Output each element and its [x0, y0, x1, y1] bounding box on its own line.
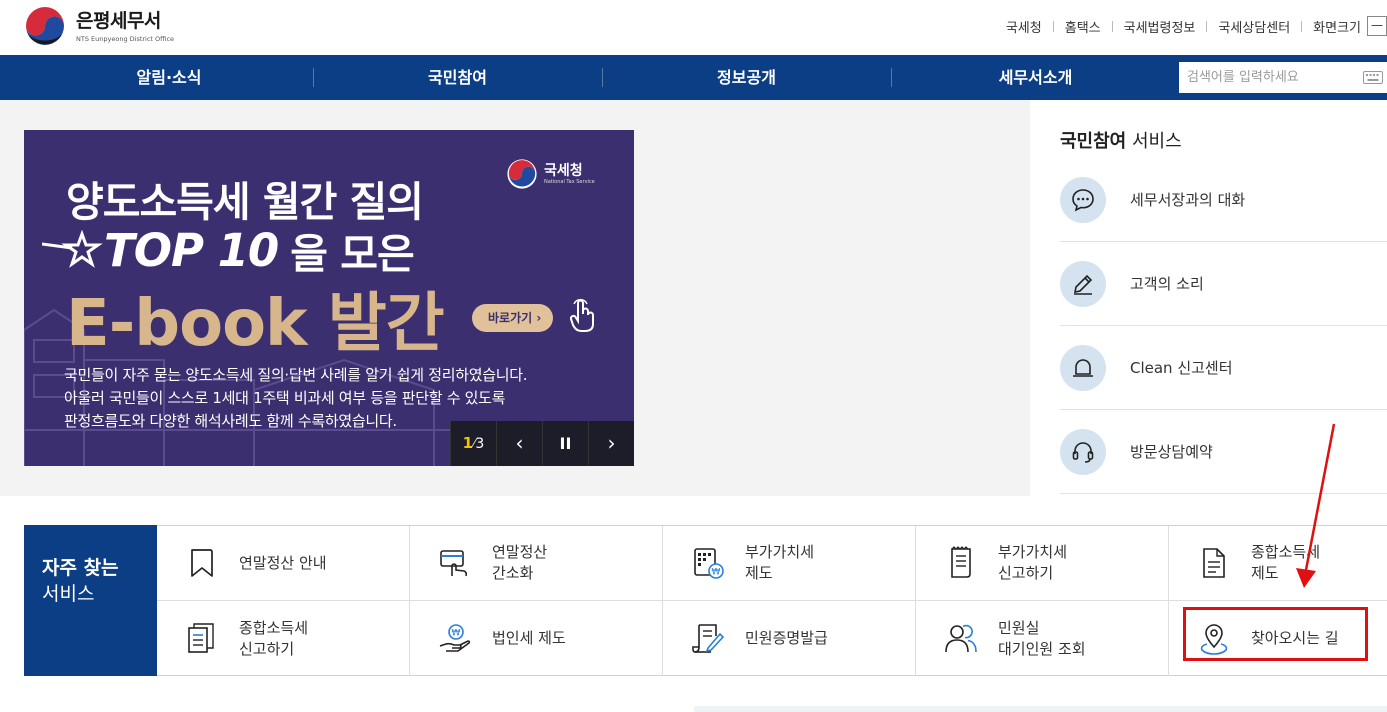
service-item-label: 세무서장과의 대화 [1130, 191, 1246, 209]
card-hand-icon [440, 550, 468, 577]
banner-page-total: 3 [475, 436, 485, 452]
red-arrow-annotation [1296, 423, 1336, 588]
banner-prev-button[interactable]: ‹ [496, 421, 542, 466]
util-link-tax-law[interactable]: 국세법령정보 [1124, 17, 1196, 36]
nav-item-office-intro[interactable]: 세무서소개 [891, 55, 1180, 100]
service-item-label: 고객의 소리 [1130, 275, 1204, 293]
banner-page-current: 1 [462, 434, 474, 452]
freq-item-label: 부가가치세 신고하기 [998, 543, 1068, 582]
divider [1301, 20, 1303, 32]
frequent-services-heading: 자주 찾는 서비스 [24, 525, 157, 676]
site-header: 은평세무서 NTS Eunpyeong District Office 국세청 … [0, 0, 1387, 55]
highlight-box [1183, 607, 1368, 661]
freq-item-vat-system[interactable]: ₩ 부가가치세 제도 [663, 526, 916, 601]
util-label-screen-size: 화면크기 [1313, 20, 1361, 36]
service-item-customer-voice[interactable]: 고객의 소리 [1060, 242, 1387, 326]
service-item-director-talk[interactable]: 세무서장과의 대화 [1060, 158, 1387, 242]
service-title-bold: 국민참여 [1060, 131, 1127, 152]
freq-item-waiting-count[interactable]: 민원실 대기인원 조회 [916, 601, 1169, 676]
freq-item-label: 연말정산 안내 [239, 553, 327, 572]
keyboard-icon[interactable] [1363, 71, 1383, 84]
util-link-nts[interactable]: 국세청 [1006, 17, 1042, 36]
freq-item-label: 부가가치세 제도 [745, 543, 815, 582]
banner-pause-button[interactable]: II [542, 421, 588, 466]
banner-next-button[interactable]: › [588, 421, 634, 466]
utility-links: 국세청 홈택스 국세법령정보 국세상담센터 화면크기 — [1006, 16, 1387, 36]
service-item-clean-report[interactable]: Clean 신고센터 [1060, 326, 1387, 410]
banner-headline-3: E-book 발간 [66, 287, 445, 361]
service-panel-title: 국민참여 서비스 [1060, 127, 1182, 153]
freq-item-label: 민원실 대기인원 조회 [998, 618, 1086, 658]
service-icon-wrap [1060, 176, 1106, 223]
banner-headline-1: 양도소득세 월간 질의 [66, 178, 424, 226]
people-icon [945, 624, 977, 652]
banner-desc-line: 아울러 국민들이 스스로 1세대 1주택 비과세 여부 등을 판단할 수 있도록 [64, 389, 506, 407]
svg-text:₩: ₩ [712, 568, 721, 578]
nts-emblem-icon [24, 6, 66, 48]
pointer-hand-icon [569, 298, 594, 332]
service-item-label: 방문상담예약 [1130, 443, 1213, 461]
freq-item-label: 법인세 제도 [492, 629, 566, 647]
banner-page-indicator: 1⁄3 [450, 421, 496, 466]
nts-emblem-icon [507, 159, 537, 189]
service-item-label: Clean 신고센터 [1130, 359, 1233, 377]
divider [1111, 20, 1113, 32]
nav-item-disclosure[interactable]: 정보공개 [602, 55, 891, 100]
search-input[interactable] [1179, 62, 1349, 93]
receipt-icon [951, 546, 971, 578]
content-strip [694, 706, 1387, 712]
util-link-counsel-center[interactable]: 국세상담센터 [1218, 17, 1290, 36]
star-swoosh-icon [42, 230, 103, 268]
freq-item-year-end-simplified[interactable]: 연말정산 간소화 [410, 526, 663, 601]
site-logo[interactable]: 은평세무서 NTS Eunpyeong District Office [22, 4, 174, 50]
chat-icon [1072, 188, 1094, 211]
zoom-out-button[interactable]: — [1367, 16, 1387, 36]
bookmark-icon [191, 549, 213, 577]
service-title-rest: 서비스 [1126, 131, 1182, 152]
freq-item-year-end-guide[interactable]: 연말정산 안내 [157, 526, 410, 601]
document-icon [1203, 548, 1225, 578]
freq-item-income-tax-filing[interactable]: 종합소득세 신고하기 [157, 601, 410, 676]
bell-icon [1073, 358, 1093, 377]
util-link-hometax[interactable]: 홈택스 [1065, 17, 1101, 36]
frequent-heading-line2: 서비스 [42, 583, 95, 605]
freq-item-income-tax-system[interactable]: 종합소득세 제도 [1169, 526, 1387, 601]
banner-go-button[interactable]: 바로가기 › [472, 304, 554, 332]
promo-banner[interactable]: 국세청 National Tax Service 양도소득세 월간 질의 TOP… [24, 130, 634, 466]
service-icon-wrap [1060, 260, 1106, 307]
nav-item-notice[interactable]: 알림·소식 [24, 55, 314, 100]
documents-icon [188, 622, 214, 653]
frequent-heading-line1: 자주 찾는 [42, 557, 119, 579]
divider [1206, 20, 1208, 32]
headset-icon [1072, 441, 1094, 463]
coin-hand-icon: ₩ [439, 623, 471, 652]
banner-top10-text: TOP 10 [104, 223, 279, 277]
divider [1052, 20, 1054, 32]
banner-headline-2: TOP 10 을 모은 [42, 220, 415, 280]
freq-item-corporate-tax[interactable]: ₩ 법인세 제도 [410, 601, 663, 676]
freq-item-label: 연말정산 간소화 [492, 543, 548, 582]
certificate-icon [692, 623, 725, 653]
banner-desc-line: 국민들이 자주 묻는 양도소득세 질의·답변 사례를 알기 쉽게 정리하였습니다… [64, 366, 528, 384]
freq-item-certificate-issue[interactable]: 민원증명발급 [663, 601, 916, 676]
calculator-won-icon: ₩ [694, 548, 724, 579]
search-box [1179, 62, 1387, 93]
svg-text:₩: ₩ [452, 628, 461, 638]
banner-controls: 1⁄3 ‹ II › [450, 421, 634, 466]
banner-logo-english: National Tax Service [544, 178, 595, 185]
freq-item-label: 민원증명발급 [745, 629, 828, 647]
banner-logo-korean: 국세청 [544, 162, 583, 179]
freq-item-vat-filing[interactable]: 부가가치세 신고하기 [916, 526, 1169, 601]
banner-headline-2-rest: 을 모은 [290, 230, 414, 278]
main-navigation: 알림·소식 국민참여 정보공개 세무서소개 [0, 55, 1387, 100]
service-icon-wrap [1060, 428, 1106, 475]
freq-item-label: 종합소득세 신고하기 [239, 618, 309, 658]
nav-item-participation[interactable]: 국민참여 [313, 55, 602, 100]
logo-korean-name: 은평세무서 [76, 10, 161, 32]
service-icon-wrap [1060, 344, 1106, 391]
banner-nts-logo: 국세청 National Tax Service [506, 158, 595, 190]
logo-english-name: NTS Eunpyeong District Office [76, 35, 175, 43]
pencil-icon [1073, 274, 1093, 295]
